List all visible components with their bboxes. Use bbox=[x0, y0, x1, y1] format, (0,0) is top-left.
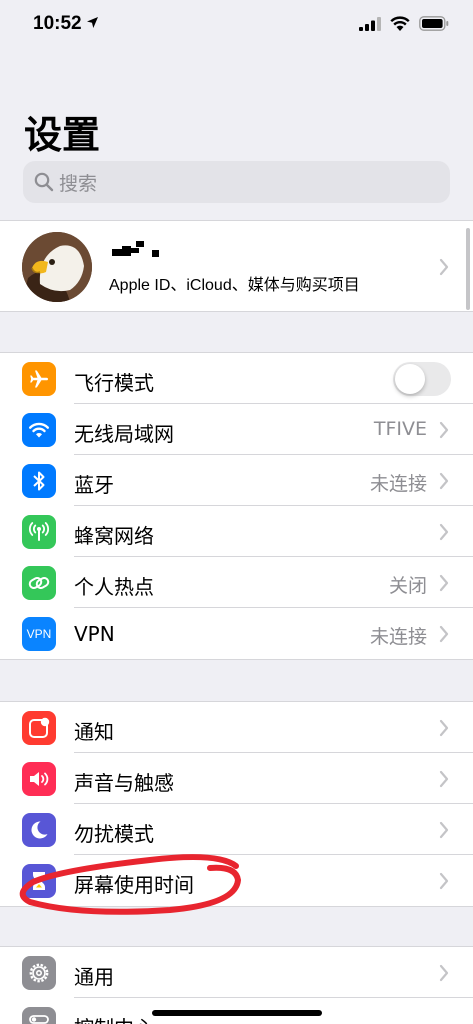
chevron-right-icon bbox=[439, 421, 449, 439]
settings-row-label: VPN bbox=[74, 622, 115, 646]
airplane-icon bbox=[22, 362, 56, 396]
location-arrow-icon bbox=[87, 17, 98, 28]
settings-row-value: 关闭 bbox=[388, 575, 427, 597]
settings-row-label: 勿扰模式 bbox=[74, 822, 154, 846]
chevron-right-icon bbox=[439, 258, 449, 276]
chevron-right-icon bbox=[439, 719, 449, 737]
hourglass-icon bbox=[22, 864, 56, 898]
bluetooth-icon bbox=[22, 464, 56, 498]
chevron-right-icon bbox=[439, 821, 449, 839]
settings-row-label: 控制中心 bbox=[74, 1012, 154, 1024]
signal-icon bbox=[359, 16, 381, 31]
settings-row-value: 未连接 bbox=[369, 626, 427, 648]
settings-row-bluetooth[interactable]: 蓝牙 未连接 bbox=[0, 455, 473, 506]
scrollbar[interactable] bbox=[466, 228, 470, 310]
settings-row-do-not-disturb[interactable]: 勿扰模式 bbox=[0, 804, 473, 855]
search-icon bbox=[34, 172, 54, 192]
settings-row-vpn[interactable]: VPN VPN 未连接 bbox=[0, 608, 473, 659]
settings-row-general[interactable]: 通用 bbox=[0, 947, 473, 998]
apple-id-row[interactable]: Apple ID、iCloud、媒体与购买项目 bbox=[0, 220, 473, 312]
status-bar: 10:52 bbox=[0, 0, 473, 52]
vpn-icon-text: VPN bbox=[26, 627, 52, 641]
search-placeholder: 搜索 bbox=[59, 172, 98, 195]
vpn-icon: VPN bbox=[22, 617, 56, 651]
notifications-icon bbox=[22, 711, 56, 745]
settings-row-personal-hotspot[interactable]: 个人热点 关闭 bbox=[0, 557, 473, 608]
redacted-name bbox=[112, 241, 159, 257]
notifications-group: 通知 声音与触感 勿扰模式 屏幕使用时间 bbox=[0, 701, 473, 907]
settings-row-label: 蜂窝网络 bbox=[74, 524, 154, 548]
chevron-right-icon bbox=[439, 872, 449, 890]
settings-row-label: 通用 bbox=[74, 965, 114, 989]
home-indicator bbox=[152, 1010, 322, 1016]
gear-icon bbox=[22, 956, 56, 990]
settings-row-label: 飞行模式 bbox=[74, 371, 154, 395]
chevron-right-icon bbox=[439, 625, 449, 643]
connectivity-group: 飞行模式 无线局域网 TFIVE 蓝牙 未连接 蜂窝网络 个人热点 关闭 VPN… bbox=[0, 352, 473, 660]
apple-id-subtitle: Apple ID、iCloud、媒体与购买项目 bbox=[109, 277, 360, 294]
avatar bbox=[22, 232, 92, 302]
status-icons bbox=[359, 16, 449, 31]
settings-row-value: 未连接 bbox=[369, 473, 427, 495]
settings-row-label: 个人热点 bbox=[74, 575, 154, 599]
control-center-icon bbox=[22, 1007, 56, 1024]
chevron-right-icon bbox=[439, 964, 449, 982]
status-time: 10:52 bbox=[33, 13, 82, 34]
cellular-icon bbox=[22, 515, 56, 549]
toggle-knob bbox=[395, 364, 425, 394]
settings-row-screen-time[interactable]: 屏幕使用时间 bbox=[0, 855, 473, 906]
settings-row-airplane-mode[interactable]: 飞行模式 bbox=[0, 353, 473, 404]
settings-row-label: 通知 bbox=[74, 720, 114, 744]
settings-row-cellular[interactable]: 蜂窝网络 bbox=[0, 506, 473, 557]
chevron-right-icon bbox=[439, 472, 449, 490]
sound-icon bbox=[22, 762, 56, 796]
settings-row-label: 屏幕使用时间 bbox=[74, 873, 194, 897]
settings-row-label: 声音与触感 bbox=[74, 771, 174, 795]
moon-icon bbox=[22, 813, 56, 847]
settings-row-notifications[interactable]: 通知 bbox=[0, 702, 473, 753]
page-title: 设置 bbox=[24, 113, 101, 157]
settings-row-sounds[interactable]: 声音与触感 bbox=[0, 753, 473, 804]
wifi-icon bbox=[22, 413, 56, 447]
wifi-status-icon bbox=[390, 16, 410, 31]
settings-row-wifi[interactable]: 无线局域网 TFIVE bbox=[0, 404, 473, 455]
settings-row-value: TFIVE bbox=[373, 418, 427, 440]
settings-row-label: 无线局域网 bbox=[74, 422, 174, 446]
search-field[interactable]: 搜索 bbox=[23, 161, 450, 203]
chevron-right-icon bbox=[439, 523, 449, 541]
chevron-right-icon bbox=[439, 574, 449, 592]
settings-row-label: 蓝牙 bbox=[74, 473, 114, 497]
battery-icon bbox=[419, 16, 449, 31]
hotspot-icon bbox=[22, 566, 56, 600]
airplane-mode-toggle[interactable] bbox=[393, 362, 451, 396]
chevron-right-icon bbox=[439, 770, 449, 788]
